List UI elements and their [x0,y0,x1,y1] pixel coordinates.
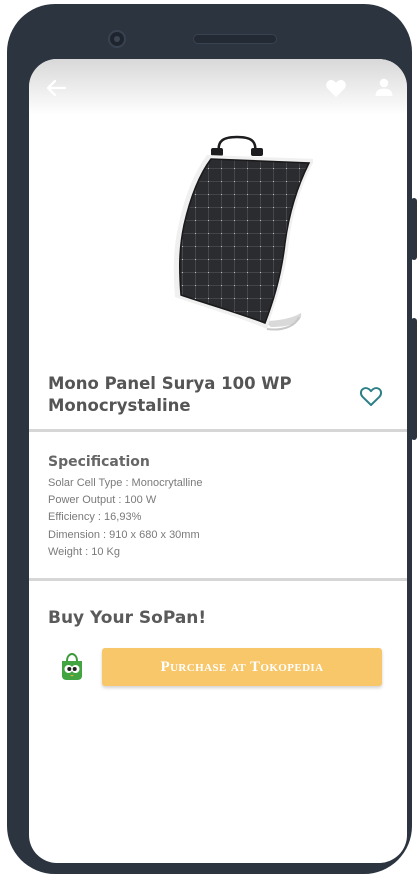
divider [29,578,407,581]
spec-item-weight: Weight : 10 Kg [48,545,120,558]
purchase-tokopedia-button[interactable]: Purchase at Tokopedia [102,648,382,686]
phone-frame: Mono Panel Surya 100 WP Monocrystaline S… [7,4,412,874]
product-title: Mono Panel Surya 100 WP Monocrystaline [48,374,292,415]
power-button [411,318,417,440]
specification-heading: Specification [48,454,150,470]
volume-button [411,198,417,260]
user-icon[interactable] [374,77,394,97]
heart-icon[interactable] [325,78,347,98]
spec-item-efficiency: Efficiency : 16,93% [48,511,142,524]
specification-list: Solar Cell Type : Monocrytalline Power O… [48,475,202,561]
spec-item-dimension: Dimension : 910 x 680 x 30mm [48,528,200,541]
divider [29,429,407,432]
spec-item-power-output: Power Output : 100 W [48,494,157,507]
earpiece-speaker [193,34,277,44]
top-bar [29,59,407,115]
heart-outline-icon[interactable] [359,385,383,407]
app-screen: Mono Panel Surya 100 WP Monocrystaline S… [29,59,407,863]
buy-heading: Buy Your SoPan! [48,608,207,628]
tokopedia-bag-icon [62,653,82,680]
front-camera [108,30,126,48]
arrow-left-icon[interactable] [45,78,67,98]
flexible-solar-panel-image [173,135,313,331]
spec-item-cell-type: Solar Cell Type : Monocrytalline [48,477,203,489]
